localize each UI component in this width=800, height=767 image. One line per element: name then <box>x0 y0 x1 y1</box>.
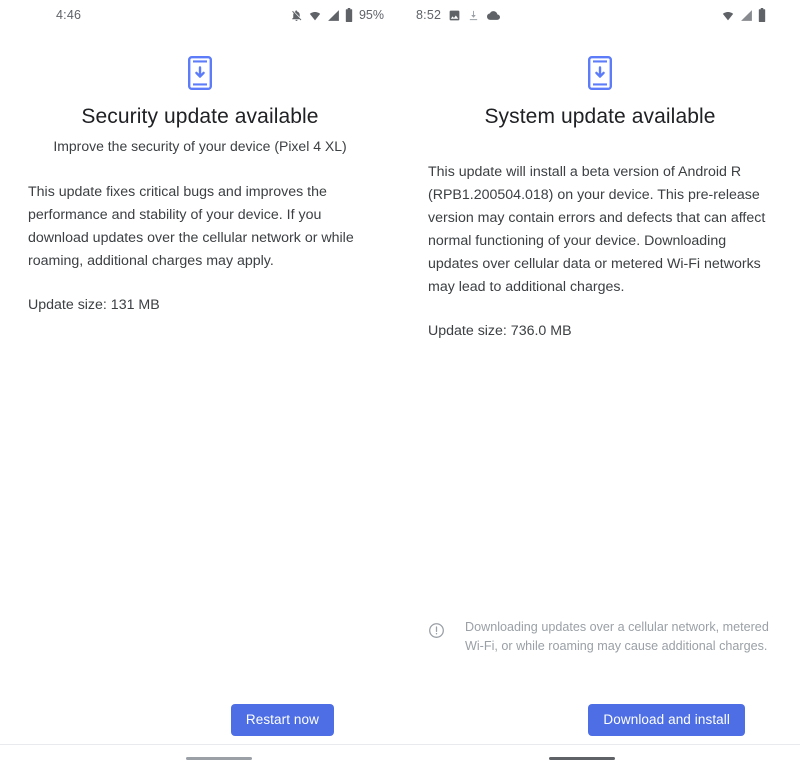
signal-icon <box>740 9 753 22</box>
cloud-icon <box>486 9 501 22</box>
update-description: This update fixes critical bugs and impr… <box>28 184 354 269</box>
update-size-label: Update size: 131 MB <box>28 297 160 313</box>
button-row: Download and install <box>400 703 800 736</box>
page-title: Security update available <box>81 105 319 128</box>
cellular-charges-note-text: Downloading updates over a cellular netw… <box>465 620 769 653</box>
wifi-icon <box>308 9 322 22</box>
phone-download-icon <box>28 56 372 90</box>
status-bar: 8:52 <box>400 0 800 30</box>
restart-now-button[interactable]: Restart now <box>230 703 334 736</box>
cellular-charges-note: Downloading updates over a cellular netw… <box>428 618 776 656</box>
status-bar-icons <box>721 8 800 22</box>
battery-percent-label: 95% <box>358 8 384 22</box>
system-update-screen: 8:52 System update available This update… <box>400 0 800 767</box>
wifi-icon <box>721 9 735 22</box>
phone-download-icon <box>428 56 772 90</box>
navigation-bar <box>400 744 800 767</box>
status-bar-clock: 4:46 <box>56 8 82 22</box>
error-outline-icon <box>428 622 445 644</box>
signal-icon <box>327 9 340 22</box>
battery-icon <box>345 8 353 22</box>
home-gesture-bar[interactable] <box>186 757 252 760</box>
photo-icon <box>448 9 461 22</box>
update-description: This update will install a beta version … <box>428 164 766 295</box>
security-update-screen: 4:46 95% Security update available Impro… <box>0 0 400 767</box>
notifications-off-icon <box>290 9 303 22</box>
screen-content: System update available This update will… <box>400 56 800 343</box>
button-row: Restart now <box>0 703 400 736</box>
status-bar-clock: 8:52 <box>416 8 442 22</box>
status-bar-icons: 95% <box>290 8 400 22</box>
dual-screenshot-container: 4:46 95% Security update available Impro… <box>0 0 800 767</box>
battery-icon <box>758 8 766 22</box>
screen-content: Security update available Improve the se… <box>0 56 400 317</box>
home-gesture-bar[interactable] <box>549 757 615 760</box>
page-subtitle: Improve the security of your device (Pix… <box>53 138 347 154</box>
status-bar: 4:46 95% <box>0 0 400 30</box>
navigation-bar <box>0 744 400 767</box>
page-title: System update available <box>484 105 716 128</box>
download-icon <box>468 9 479 22</box>
download-and-install-button[interactable]: Download and install <box>588 703 745 736</box>
update-size-label: Update size: 736.0 MB <box>428 323 572 339</box>
